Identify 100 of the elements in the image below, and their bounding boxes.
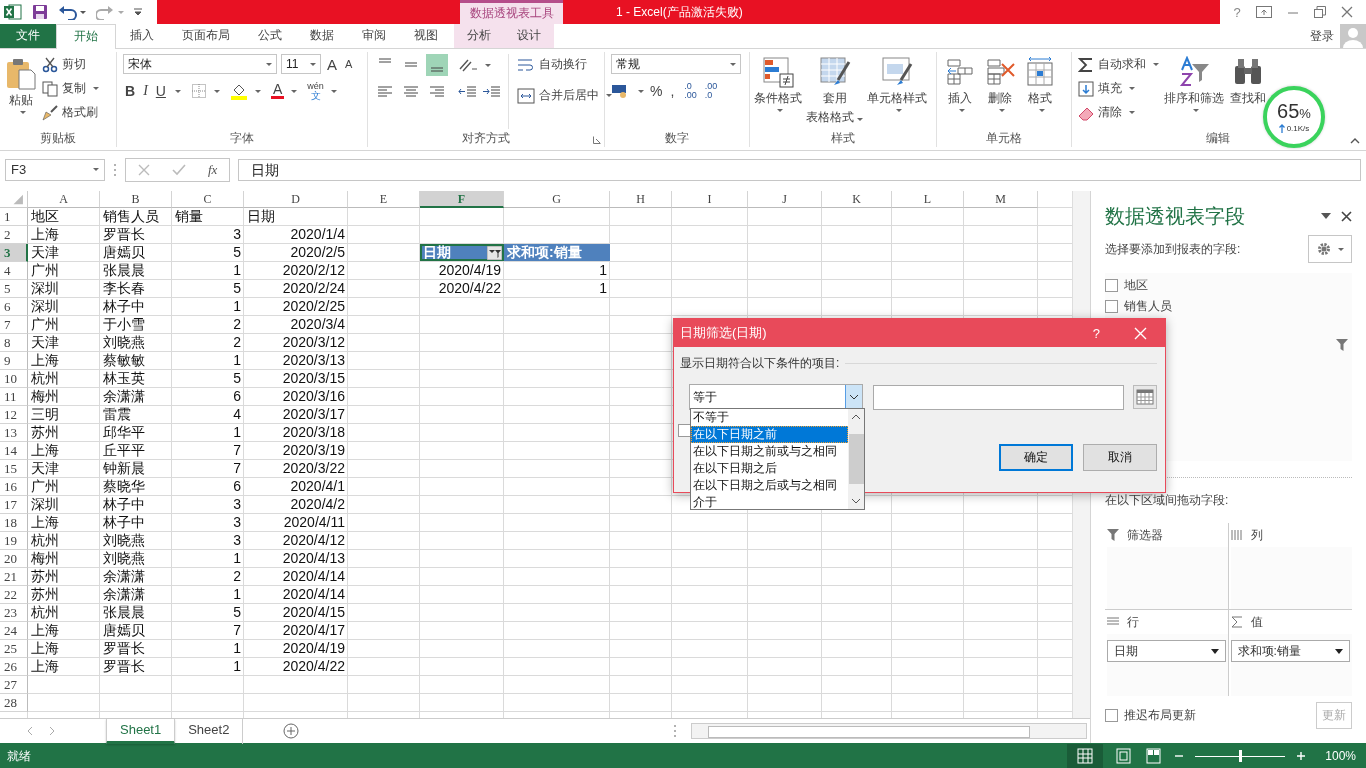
table-cell-text: 2020/2/24 xyxy=(281,280,346,297)
table-cell-text: 广州 xyxy=(30,262,60,279)
field-label: 地区 xyxy=(1124,277,1148,294)
table-cell-text: 7 xyxy=(232,622,242,639)
table-cell-text: 2020/1/4 xyxy=(289,226,346,243)
table-cell-text: 2020/4/15 xyxy=(281,604,346,621)
table-cell-text: 杭州 xyxy=(30,370,60,387)
pivot-header-cell: 求和项:销量 xyxy=(504,244,610,261)
table-cell-text: 余潇潇 xyxy=(102,568,146,585)
table-cell-text: 林子中 xyxy=(102,298,146,315)
table-cell-text: 2020/2/25 xyxy=(281,298,346,315)
group-label: 单元格 xyxy=(986,129,1022,147)
table-cell-text: 刘晓燕 xyxy=(102,532,146,549)
percent-unit: % xyxy=(1299,106,1311,121)
table-cell-text: 蔡晓华 xyxy=(102,478,146,495)
drag-fields-prompt: 在以下区域间拖动字段: xyxy=(1105,492,1230,509)
table-cell-text: 上海 xyxy=(30,352,60,369)
area-label: 列 xyxy=(1250,526,1263,544)
table-cell-text: 上海 xyxy=(30,442,60,459)
percent-value: 65 xyxy=(1277,100,1300,122)
pivot-cell-text: 1 xyxy=(598,262,608,279)
defer-update-label: 推迟布局更新 xyxy=(1124,707,1196,724)
table-cell-text: 深圳 xyxy=(30,280,60,297)
table-cell-text: 2020/2/12 xyxy=(281,262,346,279)
table-cell-text: 3 xyxy=(232,226,242,243)
table-cell-text: 2 xyxy=(232,316,242,333)
table-cell-text: 梅州 xyxy=(30,550,60,567)
table-cell-text: 于小雪 xyxy=(102,316,146,333)
group-label: 数字 xyxy=(665,129,689,147)
table-cell-text: 2020/3/4 xyxy=(289,316,346,333)
table-cell-text: 三明 xyxy=(30,406,60,423)
table-cell-text: 丘平平 xyxy=(102,442,146,459)
table-cell-text: 5 xyxy=(232,604,242,621)
table-cell-text: 2020/3/17 xyxy=(281,406,346,423)
table-cell-text: 天津 xyxy=(30,244,60,261)
table-cell-text: 1 xyxy=(232,640,242,657)
table-cell-text: 2020/4/17 xyxy=(281,622,346,639)
table-cell-text: 刘晓燕 xyxy=(102,550,146,567)
table-cell-text: 5 xyxy=(232,244,242,261)
pivot-cell-text: 2020/4/22 xyxy=(437,280,502,297)
table-cell-text: 2020/3/16 xyxy=(281,388,346,405)
table-cell-text: 2020/3/19 xyxy=(281,442,346,459)
table-cell-text: 1 xyxy=(232,424,242,441)
table-cell-text: 深圳 xyxy=(30,496,60,513)
table-cell-text: 蔡敏敏 xyxy=(102,352,146,369)
table-cell-text: 1 xyxy=(232,298,242,315)
area-label: 行 xyxy=(1127,613,1139,631)
table-cell-text: 罗晋长 xyxy=(102,658,146,675)
table-cell-text: 苏州 xyxy=(30,424,60,441)
table-cell-text: 2 xyxy=(232,568,242,585)
pivot-cell-text: 1 xyxy=(598,280,608,297)
table-cell-text: 3 xyxy=(232,496,242,513)
field-label: 销售人员 xyxy=(1124,298,1172,315)
pivot-cell-text: 2020/4/19 xyxy=(437,262,502,279)
panel-title: 数据透视表字段 xyxy=(1105,203,1245,229)
table-cell-text: 6 xyxy=(232,388,242,405)
table-cell-text: 天津 xyxy=(30,460,60,477)
table-cell-text: 上海 xyxy=(30,226,60,243)
table-cell-text: 2020/4/12 xyxy=(281,532,346,549)
table-cell-text: 5 xyxy=(232,280,242,297)
table-cell-text: 2020/3/15 xyxy=(281,370,346,387)
table-cell-text: 2020/3/12 xyxy=(281,334,346,351)
table-cell-text: 2020/4/13 xyxy=(281,550,346,567)
table-cell-text: 唐嫣贝 xyxy=(102,622,146,639)
group-label: 编辑 xyxy=(1206,129,1230,147)
table-cell-text: 7 xyxy=(232,442,242,459)
area-label: 筛选器 xyxy=(1127,526,1163,544)
dialog-title: 日期筛选(日期) xyxy=(680,324,767,342)
table-cell-text: 唐嫣贝 xyxy=(102,244,146,261)
table-cell-text: 2020/2/5 xyxy=(289,244,346,261)
dialog-prompt: 显示日期符合以下条件的项目: xyxy=(680,355,840,372)
table-cell-text: 2020/4/2 xyxy=(289,496,346,513)
table-cell-text: 雷震 xyxy=(102,406,132,423)
group-label: 对齐方式 xyxy=(462,129,510,147)
table-cell-text: 梅州 xyxy=(30,388,60,405)
table-cell-text: 地区 xyxy=(30,208,60,225)
table-cell-text: 林子中 xyxy=(102,496,146,513)
table-cell-text: 罗晋长 xyxy=(102,640,146,657)
table-cell-text: 上海 xyxy=(30,514,60,531)
table-cell-text: 上海 xyxy=(30,622,60,639)
window-title: 1 - Excel(产品激活失败) xyxy=(616,4,743,21)
table-cell-text: 2020/4/14 xyxy=(281,568,346,585)
table-cell-text: 1 xyxy=(232,658,242,675)
table-cell-text: 广州 xyxy=(30,478,60,495)
table-cell-text: 1 xyxy=(232,586,242,603)
table-cell-text: 钟新晨 xyxy=(102,460,146,477)
table-cell-text: 上海 xyxy=(30,658,60,675)
table-cell-text: 4 xyxy=(232,406,242,423)
table-cell-text: 2020/4/1 xyxy=(289,478,346,495)
table-cell-text: 2020/3/13 xyxy=(281,352,346,369)
table-cell-text: 2020/3/18 xyxy=(281,424,346,441)
table-cell-text: 苏州 xyxy=(30,568,60,585)
pivot-header-cell: 日期 xyxy=(420,244,504,261)
field-list-prompt: 选择要添加到报表的字段: xyxy=(1105,240,1241,258)
table-cell-text: 2020/3/22 xyxy=(281,460,346,477)
speed-value: 0.1K/s xyxy=(1286,124,1310,133)
table-cell-text: 邱华平 xyxy=(102,424,146,441)
table-cell-text: 广州 xyxy=(30,316,60,333)
table-cell-text: 2 xyxy=(232,334,242,351)
table-cell-text: 2020/4/19 xyxy=(281,640,346,657)
